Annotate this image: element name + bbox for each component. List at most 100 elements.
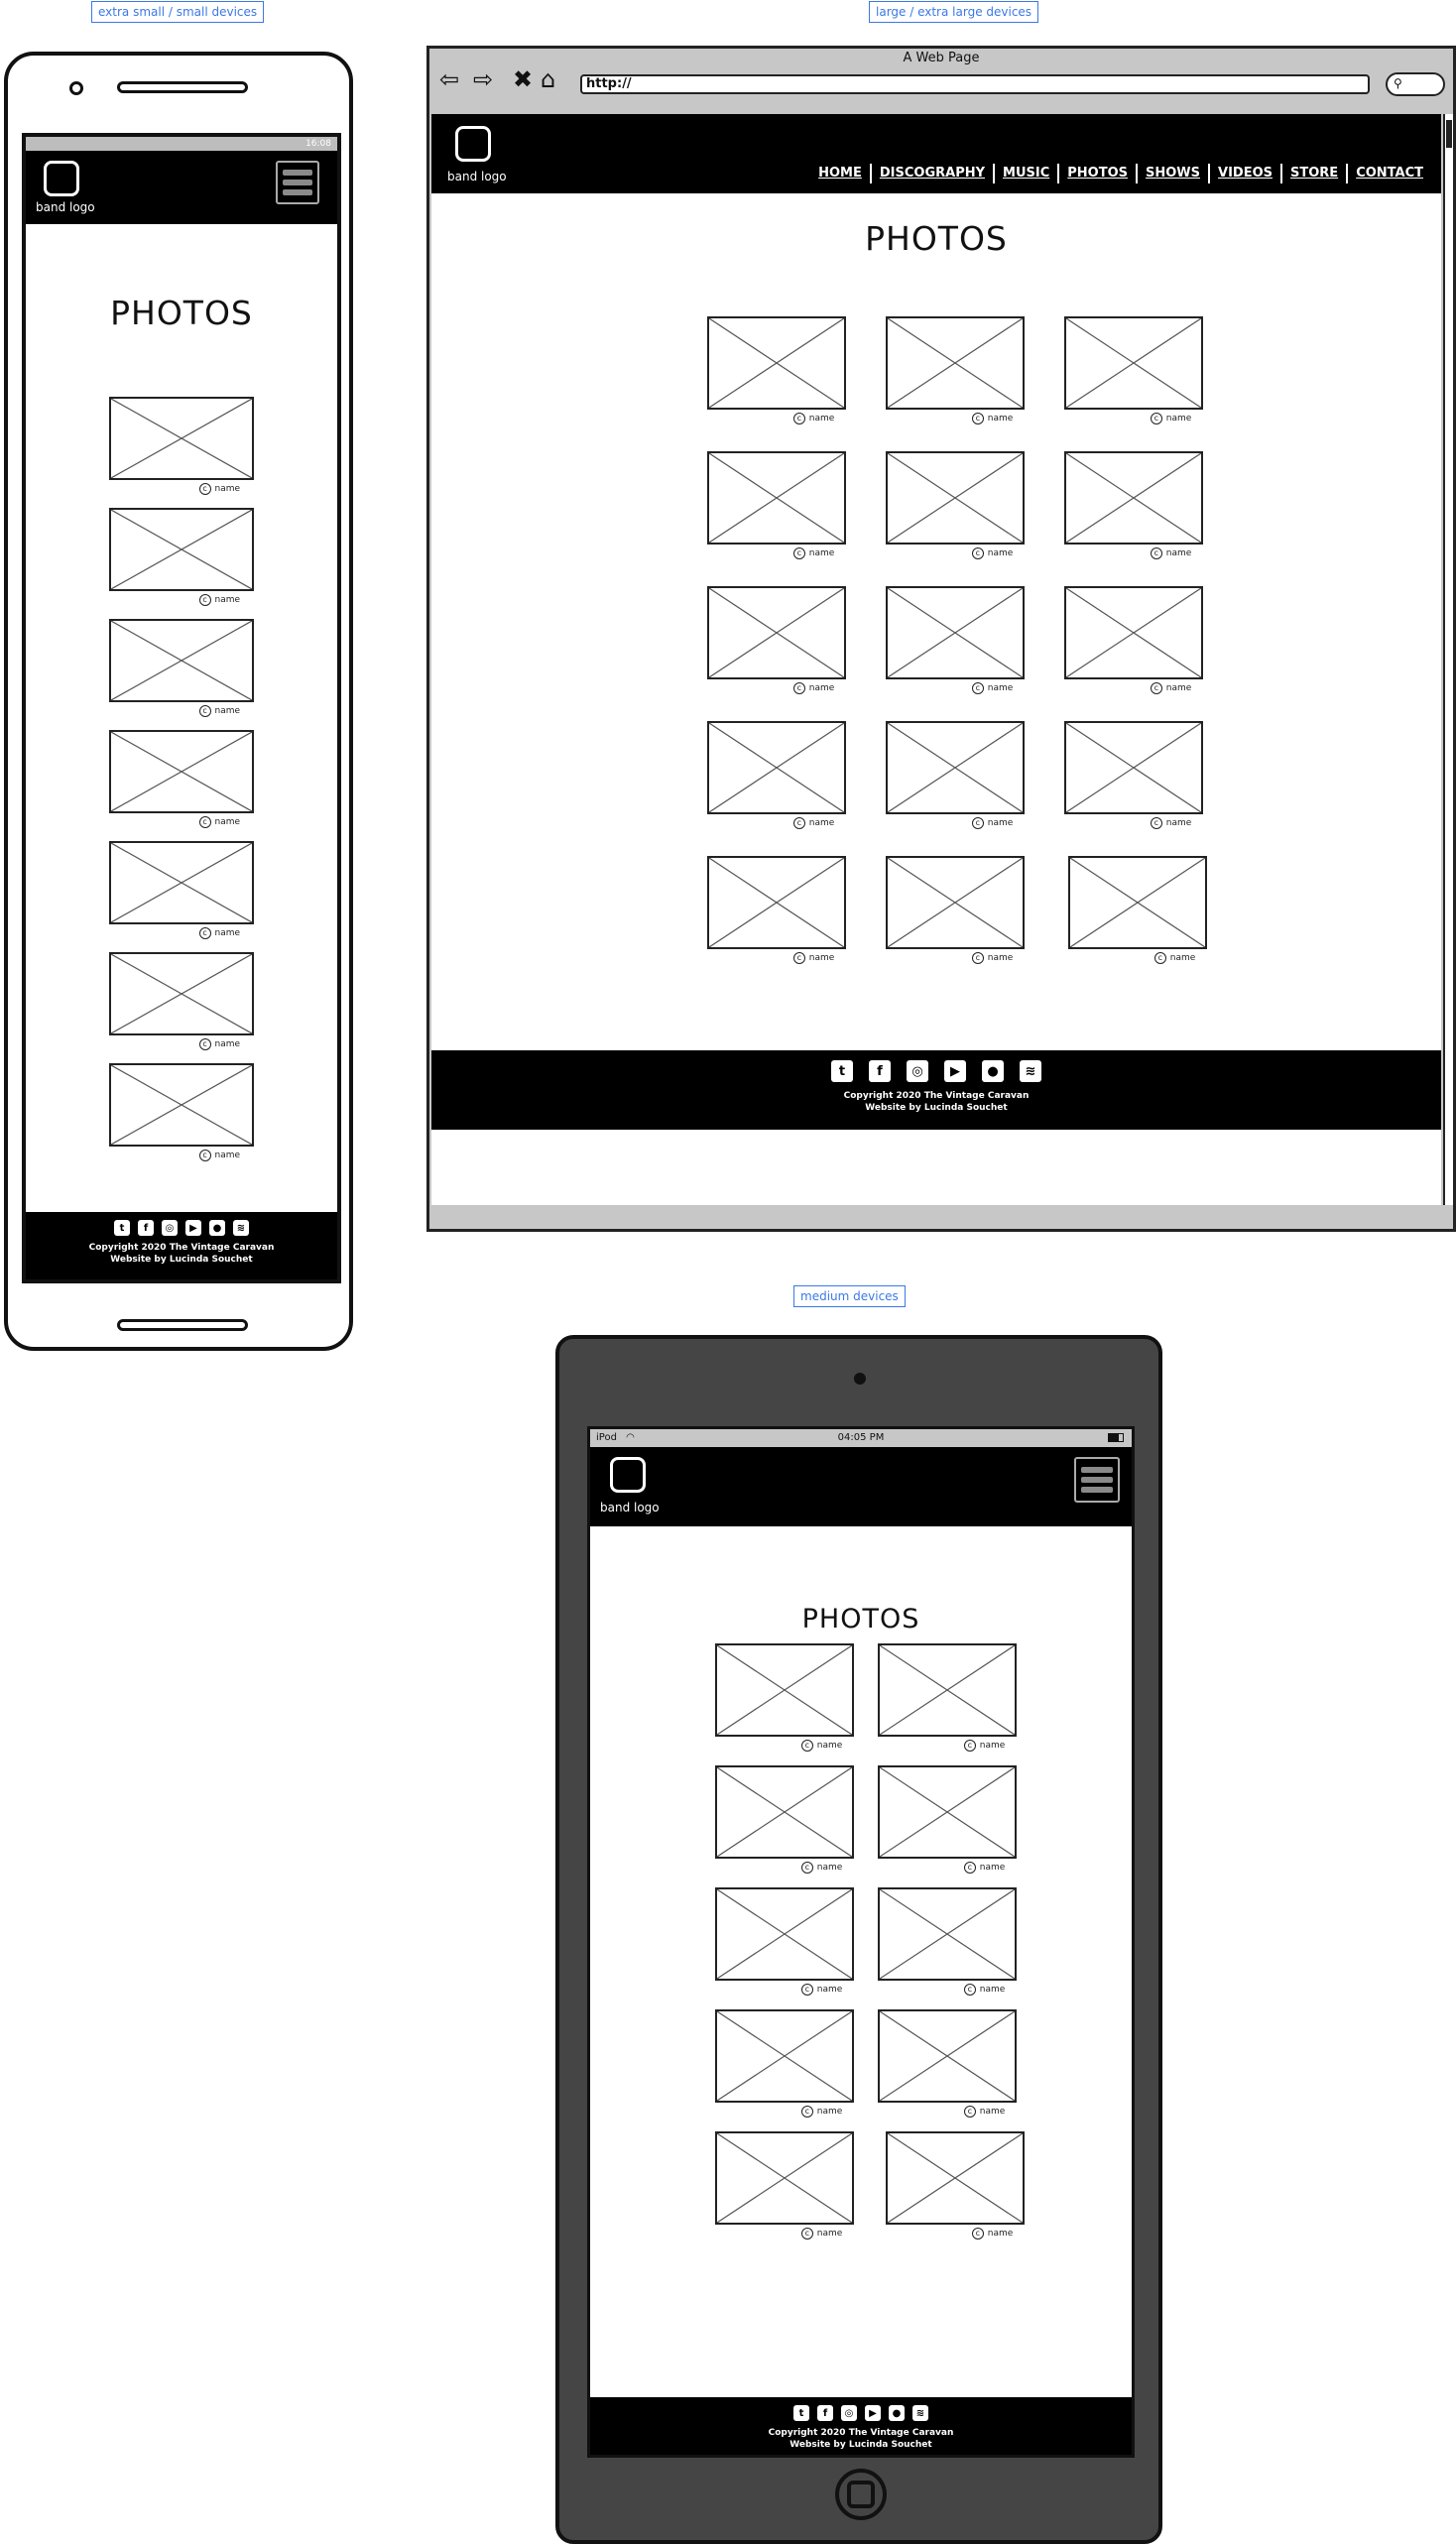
spotify-icon[interactable]: ≋ xyxy=(233,1220,249,1236)
photo-placeholder[interactable] xyxy=(886,856,1025,949)
photo-placeholder[interactable] xyxy=(886,2131,1025,2225)
youtube-icon[interactable]: ▶ xyxy=(944,1060,966,1082)
spotify-icon[interactable]: ≋ xyxy=(1020,1060,1041,1082)
photo-placeholder[interactable] xyxy=(707,316,846,410)
facebook-icon[interactable]: f xyxy=(138,1220,154,1236)
logo-icon[interactable] xyxy=(455,126,491,162)
youtube-icon[interactable]: ▶ xyxy=(865,2405,881,2421)
photo-credit: c name xyxy=(198,1150,240,1161)
photo-placeholder[interactable] xyxy=(715,2009,854,2103)
photo-credit: c name xyxy=(198,816,240,828)
hamburger-menu-icon[interactable] xyxy=(1074,1457,1120,1503)
spotify-icon[interactable]: ≋ xyxy=(912,2405,928,2421)
photo-credit-name: name xyxy=(816,2229,843,2239)
photo-placeholder[interactable] xyxy=(1068,856,1207,949)
nav-link-photos[interactable]: PHOTOS xyxy=(1057,164,1136,183)
copyright-icon: c xyxy=(792,413,805,424)
nav-link-shows[interactable]: SHOWS xyxy=(1136,164,1208,183)
photo-placeholder[interactable] xyxy=(1064,451,1203,545)
photo-placeholder[interactable] xyxy=(707,586,846,679)
photo-placeholder[interactable] xyxy=(715,2131,854,2225)
nav-link-discography[interactable]: DISCOGRAPHY xyxy=(869,164,993,183)
photo-placeholder[interactable] xyxy=(707,451,846,545)
copyright-line2: Website by Lucinda Souchet xyxy=(110,1255,253,1265)
youtube-icon[interactable]: ▶ xyxy=(185,1220,201,1236)
photo-placeholder[interactable] xyxy=(878,1887,1017,1981)
photo-credit: c name xyxy=(1153,952,1195,964)
photo-placeholder[interactable] xyxy=(109,508,254,591)
url-input[interactable]: http:// xyxy=(580,74,1370,94)
photo-credit: c name xyxy=(971,547,1013,559)
forward-icon[interactable]: ⇨ xyxy=(473,64,493,94)
logo-icon[interactable] xyxy=(44,161,79,196)
close-icon[interactable]: ✖ xyxy=(513,64,533,94)
photo-placeholder[interactable] xyxy=(707,721,846,814)
photo-placeholder[interactable] xyxy=(878,1765,1017,1859)
scroll-thumb[interactable] xyxy=(1446,120,1452,148)
nav-link-videos[interactable]: VIDEOS xyxy=(1208,164,1280,183)
photo-placeholder[interactable] xyxy=(886,316,1025,410)
photo-credit: c name xyxy=(800,1740,842,1752)
twitter-icon[interactable]: t xyxy=(793,2405,809,2421)
photo-placeholder[interactable] xyxy=(886,586,1025,679)
photo-placeholder[interactable] xyxy=(878,2009,1017,2103)
photo-credit: c name xyxy=(963,1984,1005,1996)
photo-credit-name: name xyxy=(816,1863,843,1873)
logo-icon[interactable] xyxy=(610,1457,646,1493)
back-icon[interactable]: ⇦ xyxy=(439,64,459,94)
search-button[interactable]: ⚲ xyxy=(1386,72,1445,96)
photo-placeholder[interactable] xyxy=(878,1643,1017,1737)
twitter-icon[interactable]: t xyxy=(831,1060,853,1082)
copyright-icon: c xyxy=(963,1740,976,1752)
instagram-icon[interactable]: ◎ xyxy=(907,1060,928,1082)
photo-credit-name: name xyxy=(1165,414,1192,424)
twitter-icon[interactable]: t xyxy=(114,1220,130,1236)
photo-placeholder[interactable] xyxy=(1064,586,1203,679)
apple-icon[interactable]: ● xyxy=(889,2405,905,2421)
instagram-icon[interactable]: ◎ xyxy=(162,1220,178,1236)
status-time: 04:05 PM xyxy=(837,1432,885,1443)
photo-placeholder[interactable] xyxy=(109,397,254,480)
photo-credit-name: name xyxy=(987,953,1014,963)
photo-placeholder[interactable] xyxy=(109,619,254,702)
photo-credit-name: name xyxy=(808,548,835,558)
photo-placeholder[interactable] xyxy=(886,451,1025,545)
photo-placeholder[interactable] xyxy=(715,1887,854,1981)
photo-credit: c name xyxy=(1150,817,1191,829)
photo-credit: c name xyxy=(963,1740,1005,1752)
photo-placeholder[interactable] xyxy=(1064,721,1203,814)
copyright-line2: Website by Lucinda Souchet xyxy=(789,2440,932,2450)
status-time: 16:08 xyxy=(305,139,331,149)
copyright-line2: Website by Lucinda Souchet xyxy=(865,1103,1008,1113)
photo-placeholder[interactable] xyxy=(109,952,254,1035)
copyright-icon: c xyxy=(800,1862,813,1874)
facebook-icon[interactable]: f xyxy=(817,2405,833,2421)
apple-icon[interactable]: ● xyxy=(209,1220,225,1236)
photo-placeholder[interactable] xyxy=(1064,316,1203,410)
photo-placeholder[interactable] xyxy=(109,841,254,924)
photo-placeholder[interactable] xyxy=(715,1765,854,1859)
facebook-icon[interactable]: f xyxy=(869,1060,891,1082)
copyright-icon: c xyxy=(971,2228,984,2240)
nav-link-store[interactable]: STORE xyxy=(1280,164,1346,183)
camera-icon xyxy=(854,1373,866,1385)
label-small-devices: extra small / small devices xyxy=(91,1,265,23)
scrollbar[interactable] xyxy=(1443,114,1453,1205)
camera-icon xyxy=(69,81,83,95)
photo-credit: c name xyxy=(792,817,834,829)
nav-link-contact[interactable]: CONTACT xyxy=(1346,164,1431,183)
photo-placeholder[interactable] xyxy=(715,1643,854,1737)
instagram-icon[interactable]: ◎ xyxy=(841,2405,857,2421)
copyright-icon: c xyxy=(800,1984,813,1996)
apple-icon[interactable]: ● xyxy=(982,1060,1004,1082)
photo-placeholder[interactable] xyxy=(109,1063,254,1147)
photo-placeholder[interactable] xyxy=(707,856,846,949)
photo-placeholder[interactable] xyxy=(886,721,1025,814)
photo-credit-name: name xyxy=(214,595,241,605)
hamburger-menu-icon[interactable] xyxy=(276,161,319,204)
photo-placeholder[interactable] xyxy=(109,730,254,813)
home-icon[interactable]: ⌂ xyxy=(541,64,555,94)
photo-credit-name: name xyxy=(979,2107,1006,2117)
nav-link-home[interactable]: HOME xyxy=(810,164,870,183)
nav-link-music[interactable]: MUSIC xyxy=(993,164,1057,183)
